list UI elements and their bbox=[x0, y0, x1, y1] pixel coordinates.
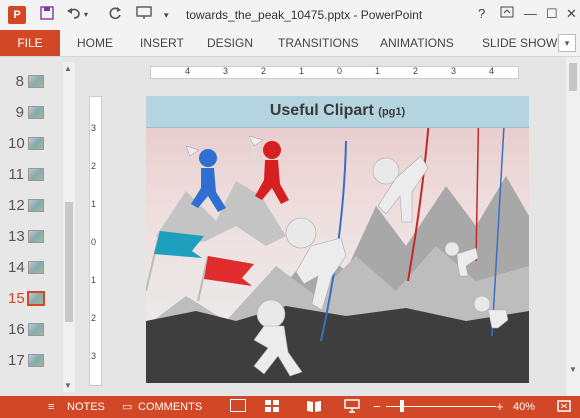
notes-button[interactable]: NOTES bbox=[67, 396, 105, 418]
ruler-label: 1 bbox=[375, 66, 381, 76]
tab-slide-show[interactable]: SLIDE SHOW bbox=[482, 30, 557, 56]
notes-icon: ≡ bbox=[48, 401, 55, 413]
scroll-down-icon[interactable]: ▼ bbox=[64, 381, 72, 390]
slide-subtitle: (pg1) bbox=[378, 106, 406, 118]
slide-number: 9 bbox=[15, 104, 24, 121]
tab-file[interactable]: FILE bbox=[0, 30, 60, 56]
ruler-label: 3 bbox=[91, 351, 97, 361]
scroll-thumb[interactable] bbox=[65, 202, 73, 322]
scroll-down-icon[interactable]: ▼ bbox=[569, 365, 577, 374]
slide-title[interactable]: Useful Clipart (pg1) bbox=[146, 102, 529, 120]
slide-sorter-icon[interactable] bbox=[264, 399, 282, 414]
slide-preview-icon bbox=[28, 323, 44, 336]
slide-preview-icon bbox=[28, 354, 44, 367]
ribbon-display-icon[interactable] bbox=[500, 5, 514, 23]
slide-canvas[interactable]: Useful Clipart (pg1) bbox=[146, 96, 529, 383]
slide-thumbnail[interactable]: 14 bbox=[0, 253, 62, 283]
collapse-ribbon-icon[interactable]: ▾ bbox=[558, 34, 576, 52]
slide-number: 12 bbox=[8, 197, 25, 214]
ruler-label: 2 bbox=[91, 161, 97, 171]
zoom-out-button[interactable]: − bbox=[373, 396, 381, 418]
vertical-ruler: 3 2 1 0 1 2 3 bbox=[89, 96, 102, 386]
customize-icon[interactable]: ▾ bbox=[164, 6, 169, 24]
slide-preview-icon bbox=[27, 291, 45, 306]
slide-title-bar: Useful Clipart (pg1) bbox=[146, 96, 529, 128]
zoom-in-button[interactable]: + bbox=[496, 396, 504, 418]
clipart-illustration bbox=[146, 96, 529, 383]
tab-transitions[interactable]: TRANSITIONS bbox=[278, 30, 359, 56]
normal-view-icon[interactable] bbox=[230, 399, 246, 412]
slide-preview-icon bbox=[28, 261, 44, 274]
slide-preview-icon bbox=[28, 168, 44, 181]
slide-preview-icon bbox=[28, 230, 44, 243]
ruler-label: 1 bbox=[299, 66, 305, 76]
slide-show-icon[interactable] bbox=[344, 399, 362, 414]
ruler-label: 2 bbox=[413, 66, 419, 76]
slide-thumbnail-pane: 8 9 10 11 12 13 14 15 16 17 bbox=[0, 57, 62, 396]
slide-number: 16 bbox=[8, 321, 25, 338]
redo-icon[interactable] bbox=[108, 6, 122, 24]
slide-number: 13 bbox=[8, 228, 25, 245]
slide-thumbnail[interactable]: 10 bbox=[0, 129, 62, 159]
ribbon-tabs: FILE HOME INSERT DESIGN TRANSITIONS ANIM… bbox=[0, 30, 580, 57]
chevron-down-icon[interactable]: ▾ bbox=[84, 6, 88, 24]
ruler-label: 0 bbox=[91, 237, 97, 247]
editor-scrollbar[interactable]: ▼ bbox=[566, 57, 580, 396]
ruler-label: 1 bbox=[91, 275, 97, 285]
ruler-label: 3 bbox=[451, 66, 457, 76]
close-button[interactable]: ✕ bbox=[566, 5, 577, 23]
undo-icon[interactable] bbox=[66, 6, 82, 24]
comments-button[interactable]: COMMENTS bbox=[138, 396, 202, 418]
zoom-level[interactable]: 40% bbox=[513, 396, 535, 418]
powerpoint-logo-icon: P bbox=[8, 6, 26, 24]
ruler-label: 3 bbox=[223, 66, 229, 76]
save-icon[interactable] bbox=[40, 6, 54, 24]
slide-number: 15 bbox=[8, 290, 25, 307]
ruler-label: 2 bbox=[261, 66, 267, 76]
comments-icon: ▭ bbox=[122, 401, 133, 413]
slide-thumbnail[interactable]: 17 bbox=[0, 346, 62, 376]
tab-insert[interactable]: INSERT bbox=[140, 30, 184, 56]
ruler-label: 4 bbox=[489, 66, 495, 76]
slide-preview-icon bbox=[28, 199, 44, 212]
slide-thumbnail[interactable]: 13 bbox=[0, 222, 62, 252]
horizontal-ruler: 4 3 2 1 0 1 2 3 4 bbox=[150, 66, 519, 79]
slide-number: 10 bbox=[8, 135, 25, 152]
ruler-label: 1 bbox=[91, 199, 97, 209]
status-bar: ≡ NOTES ▭ COMMENTS − + 40% bbox=[0, 396, 580, 418]
ruler-label: 3 bbox=[91, 123, 97, 133]
slide-number: 11 bbox=[8, 166, 24, 183]
reading-view-icon[interactable] bbox=[306, 399, 324, 414]
ruler-label: 0 bbox=[337, 66, 343, 76]
slide-thumbnail[interactable]: 16 bbox=[0, 315, 62, 345]
slide-thumbnail[interactable]: 9 bbox=[0, 98, 62, 128]
slide-preview-icon bbox=[28, 106, 44, 119]
slide-number: 14 bbox=[8, 259, 25, 276]
slide-thumbnail[interactable]: 12 bbox=[0, 191, 62, 221]
maximize-button[interactable]: ☐ bbox=[546, 5, 558, 23]
tab-animations[interactable]: ANIMATIONS bbox=[380, 30, 454, 56]
zoom-slider-thumb[interactable] bbox=[400, 400, 404, 412]
ruler-label: 4 bbox=[185, 66, 191, 76]
slide-thumbnail[interactable]: 11 bbox=[0, 160, 62, 190]
tab-home[interactable]: HOME bbox=[77, 30, 113, 56]
slide-number: 17 bbox=[8, 352, 25, 369]
slide-thumbnail[interactable]: 8 bbox=[0, 67, 62, 97]
scroll-thumb[interactable] bbox=[569, 63, 577, 91]
ruler-label: 2 bbox=[91, 313, 97, 323]
minimize-button[interactable]: — bbox=[524, 5, 537, 23]
thumbnail-scrollbar[interactable]: ▲ ▼ bbox=[63, 62, 75, 392]
slide-preview-icon bbox=[28, 75, 44, 88]
title-bar: P ▾ ▾ towards_the_peak_10475.pptx - Powe… bbox=[0, 0, 580, 30]
slide-number: 8 bbox=[15, 73, 24, 90]
help-button[interactable]: ? bbox=[478, 5, 485, 23]
slide-title-text: Useful Clipart bbox=[269, 102, 374, 119]
scroll-up-icon[interactable]: ▲ bbox=[64, 64, 72, 73]
tab-design[interactable]: DESIGN bbox=[207, 30, 253, 56]
slide-preview-icon bbox=[28, 137, 44, 150]
fit-to-window-icon[interactable] bbox=[556, 399, 574, 414]
slide-thumbnail-active[interactable]: 15 bbox=[0, 284, 62, 314]
present-icon[interactable] bbox=[136, 6, 152, 24]
window-title: towards_the_peak_10475.pptx - PowerPoint bbox=[186, 8, 423, 22]
